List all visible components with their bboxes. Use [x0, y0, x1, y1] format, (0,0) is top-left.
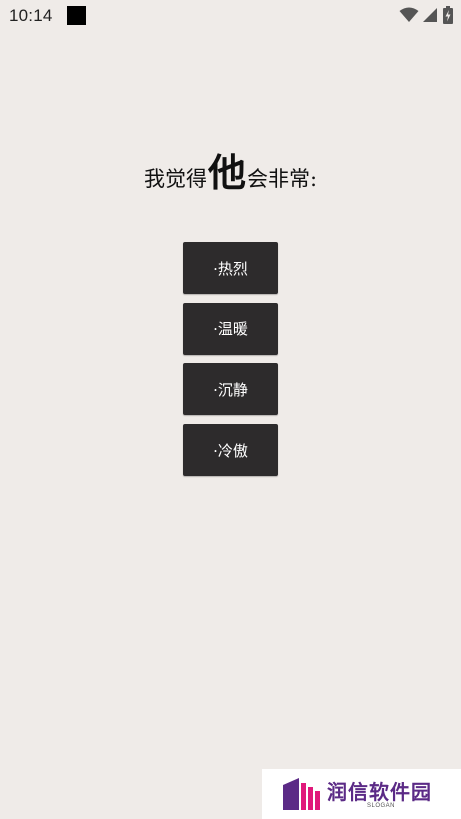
status-bar: 10:14	[0, 0, 461, 32]
option-button-aloof[interactable]: ·冷傲	[183, 424, 278, 477]
watermark: 润信软件园 SLOGAN	[262, 769, 461, 819]
option-button-warm[interactable]: ·温暖	[183, 302, 278, 355]
cellular-signal-icon	[423, 8, 437, 22]
brand-name: 润信软件园	[327, 780, 432, 804]
question-suffix: 会非常:	[246, 167, 318, 191]
notification-square-icon	[67, 6, 86, 25]
answer-options: ·热烈 ·温暖 ·沉静 ·冷傲	[183, 242, 278, 485]
brand-logo-icon	[283, 778, 320, 810]
question-emphasis: 他	[207, 150, 246, 195]
wifi-icon	[399, 7, 419, 22]
question-prefix: 我觉得	[143, 167, 207, 191]
status-icons	[399, 5, 453, 25]
option-button-passionate[interactable]: ·热烈	[183, 242, 278, 294]
status-time: 10:14	[9, 6, 53, 25]
brand-slogan: SLOGAN	[367, 803, 396, 809]
question-heading: 我觉得他会非常:	[0, 142, 461, 197]
battery-charging-icon	[443, 6, 453, 24]
option-button-calm[interactable]: ·沉静	[183, 363, 278, 416]
